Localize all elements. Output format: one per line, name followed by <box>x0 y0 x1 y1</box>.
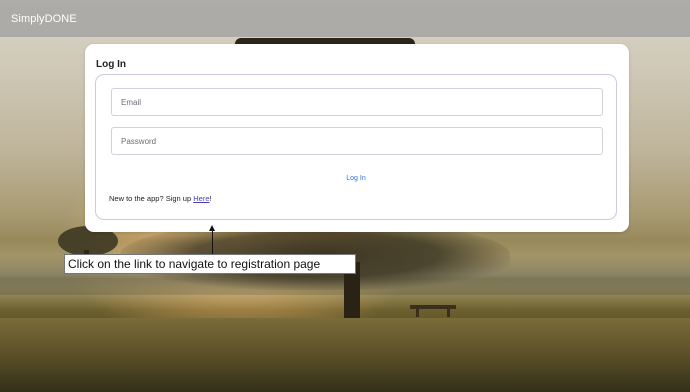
grass-field <box>0 318 690 392</box>
annotation-arrow-line <box>212 230 213 254</box>
signup-prompt-text: New to the app? Sign up <box>109 194 194 203</box>
bench-leg <box>416 309 419 317</box>
email-input[interactable] <box>111 88 603 116</box>
bench-leg <box>447 309 450 317</box>
annotation-callout: Click on the link to navigate to registr… <box>64 254 356 274</box>
login-form: Log In New to the app? Sign up Here! <box>95 74 617 220</box>
login-card: Log In Log In New to the app? Sign up He… <box>85 44 629 232</box>
login-title: Log In <box>96 59 126 70</box>
signup-link[interactable]: Here <box>193 194 209 203</box>
login-button[interactable]: Log In <box>328 170 384 186</box>
brand-link[interactable]: SimplyDONE <box>11 13 77 25</box>
signup-prompt: New to the app? Sign up Here! <box>109 194 212 203</box>
navbar: SimplyDONE <box>0 0 690 37</box>
password-input[interactable] <box>111 127 603 155</box>
signup-suffix: ! <box>209 194 212 203</box>
